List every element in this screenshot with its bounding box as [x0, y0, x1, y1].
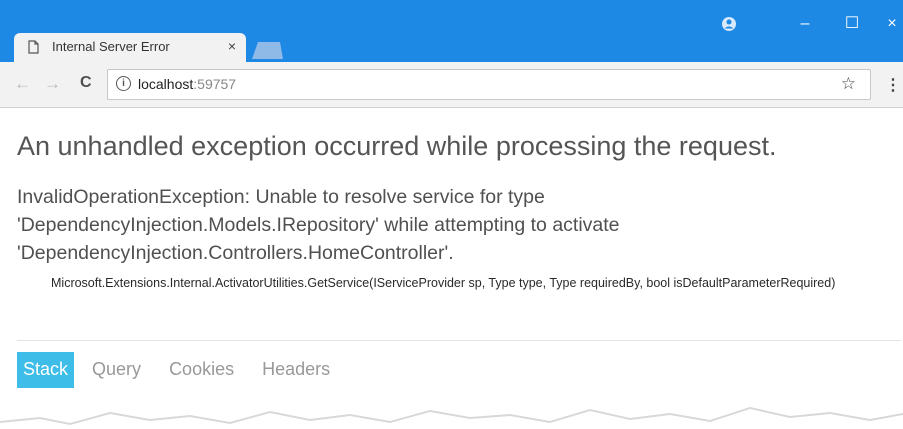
maximize-button[interactable]: ☐	[840, 14, 864, 34]
bookmark-star-icon[interactable]: ☆	[841, 74, 856, 94]
back-icon[interactable]: ←	[14, 74, 31, 94]
tab-cookies[interactable]: Cookies	[159, 352, 244, 388]
reload-icon[interactable]: C	[80, 74, 92, 92]
minimize-button[interactable]: –	[793, 14, 817, 34]
tab-title: Internal Server Error	[52, 39, 170, 54]
address-bar[interactable]: i localhost:59757 ☆	[107, 69, 871, 100]
url-text[interactable]: localhost:59757	[138, 76, 236, 92]
page-title: An unhandled exception occurred while pr…	[17, 131, 777, 161]
new-tab-button[interactable]	[250, 40, 284, 60]
menu-kebab-icon[interactable]: ⋮	[885, 75, 901, 95]
close-window-button[interactable]: ×	[880, 14, 903, 34]
error-message: InvalidOperationException: Unable to res…	[17, 186, 620, 264]
torn-edge	[0, 407, 903, 429]
page-content: An unhandled exception occurred while pr…	[0, 107, 903, 429]
tab-query[interactable]: Query	[82, 352, 151, 388]
title-bar: Internal Server Error × – ☐ ×	[0, 0, 903, 62]
divider	[17, 340, 901, 341]
document-icon	[28, 40, 39, 54]
info-icon[interactable]: i	[116, 76, 131, 91]
error-tabs: Stack Query Cookies Headers	[17, 352, 348, 388]
tab-stack[interactable]: Stack	[17, 352, 75, 388]
browser-tab[interactable]: Internal Server Error ×	[14, 33, 246, 62]
url-port: :59757	[193, 76, 237, 92]
error-location: Microsoft.Extensions.Internal.ActivatorU…	[51, 276, 836, 290]
tab-headers[interactable]: Headers	[252, 352, 340, 388]
tab-close-icon[interactable]: ×	[228, 38, 236, 54]
account-icon[interactable]	[717, 14, 741, 34]
forward-icon[interactable]: →	[44, 74, 61, 94]
browser-toolbar: ← → C i localhost:59757 ☆ ⋮	[0, 62, 903, 108]
url-host: localhost	[138, 76, 194, 92]
